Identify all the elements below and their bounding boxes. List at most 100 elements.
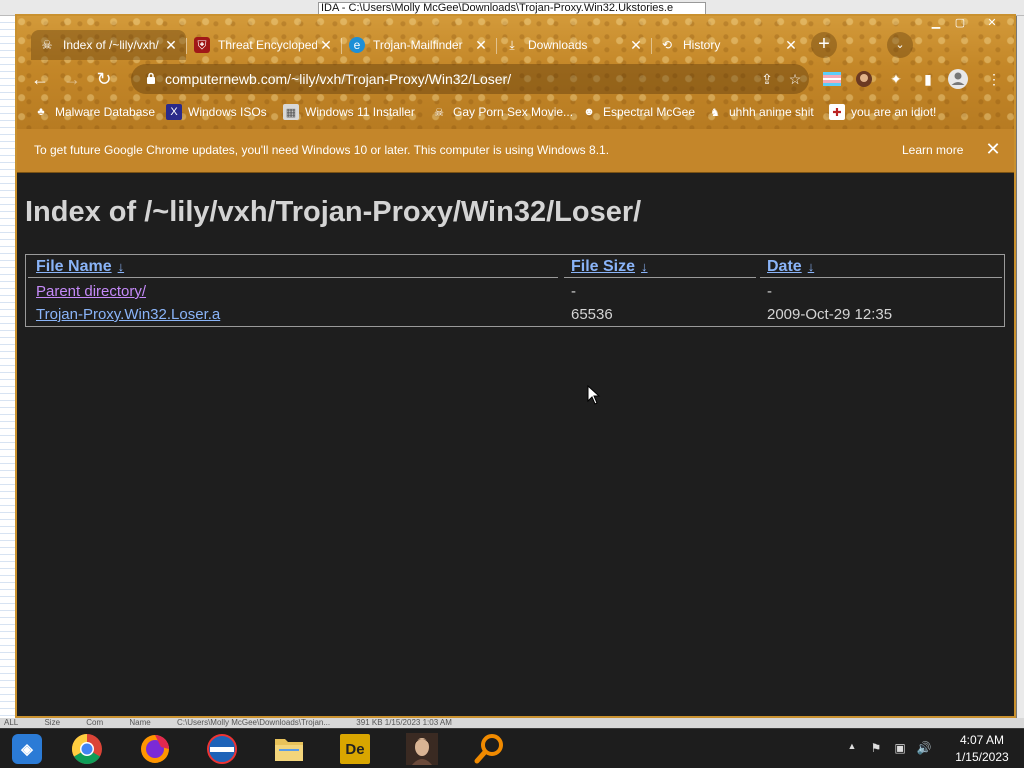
network-icon[interactable]: ▣ [892, 741, 908, 757]
tab-close-icon[interactable]: ✕ [162, 37, 180, 54]
bookmark-windows-11-installer[interactable]: ▦ Windows 11 Installer [283, 100, 415, 124]
de-app-icon: De [340, 734, 370, 764]
tab-close-icon[interactable]: ✕ [317, 37, 335, 54]
firefox-icon [141, 735, 169, 763]
tab-strip: ☠ Index of /~lily/vxh/ ✕ ⛨ Threat Encycl… [31, 30, 991, 60]
bookmark-uhhh-anime[interactable]: ♞ uhhh anime shit [707, 100, 814, 124]
security-globe-icon [207, 734, 237, 764]
bookmark-label: Malware Database [55, 105, 156, 119]
bg-status-item: Name [129, 718, 151, 727]
extensions-puzzle-icon[interactable]: ✦ [885, 68, 907, 90]
tab-history[interactable]: ⟲ History ✕ [651, 30, 806, 60]
back-button[interactable]: ← [27, 66, 53, 92]
taskbar-firefox[interactable] [130, 732, 180, 766]
bookmark-you-are-an-idiot[interactable]: ✚ you are an idiot! [829, 100, 936, 124]
sort-arrow-icon: ↓ [117, 259, 125, 274]
bg-status-item: Size [44, 718, 61, 727]
taskbar-de-app[interactable]: De [330, 732, 380, 766]
tab-title: Downloads [528, 38, 588, 52]
chrome-menu-icon[interactable]: ⋮ [983, 68, 1005, 90]
lock-icon[interactable] [137, 72, 165, 87]
header-rule [760, 277, 1002, 278]
bookmark-label: uhhh anime shit [729, 105, 814, 119]
bookmarks-bar: ♣ Malware Database X Windows ISOs ▦ Wind… [17, 100, 1014, 124]
tab-title: Threat Encyclopedia [218, 38, 317, 52]
bookmark-gay-porn-sex-movie[interactable]: ☠ Gay Porn Sex Movie... [431, 100, 573, 124]
background-window-right-edge [1016, 16, 1024, 726]
column-label: Date [767, 258, 802, 275]
bookmark-windows-isos[interactable]: X Windows ISOs [166, 100, 267, 124]
sort-arrow-icon: ↓ [641, 259, 648, 274]
start-icon: ◈ [12, 734, 42, 764]
tab-close-icon[interactable]: ✕ [472, 37, 490, 54]
bg-status-item: Com [86, 718, 104, 727]
column-header-file-name[interactable]: File Name ↓ [36, 258, 124, 276]
taskbar-file-explorer[interactable] [264, 732, 314, 766]
browser-frame: ▁ ▢ ✕ ☠ Index of /~lily/vxh/ ✕ ⛨ Threat … [17, 16, 1014, 129]
page-title: Index of /~lily/vxh/Trojan-Proxy/Win32/L… [25, 196, 642, 228]
side-panel-icon[interactable]: ▮ [917, 68, 939, 90]
header-rule [28, 277, 558, 278]
tab-trojan-mailfinder[interactable]: e Trojan-Mailfinder ✕ [341, 30, 496, 60]
bookmark-star-icon[interactable]: ☆ [781, 71, 809, 88]
reload-button[interactable]: ↻ [91, 66, 117, 92]
file-link-trojan-proxy-loser-a[interactable]: Trojan-Proxy.Win32.Loser.a [36, 306, 220, 323]
clock-time[interactable]: 4:07 AM [950, 733, 1014, 747]
clock-date[interactable]: 1/15/2023 [950, 750, 1014, 764]
taskbar-search-tool[interactable] [464, 732, 514, 766]
skull-bookmark-icon: ☠ [434, 106, 444, 119]
avatar-extension-icon[interactable] [853, 68, 875, 90]
bookmark-malware-database[interactable]: ♣ Malware Database [33, 100, 155, 124]
windows-isos-icon: X [166, 104, 182, 120]
infobar-message: To get future Google Chrome updates, you… [34, 143, 610, 157]
column-header-date[interactable]: Date ↓ [767, 258, 814, 276]
windows-taskbar: ◈ De ▲ ⚑ ▣ 🔊 4:07 AM 1/15/2023 [0, 728, 1024, 768]
malware-database-icon: ♣ [37, 106, 45, 118]
mouse-cursor-icon [587, 385, 601, 405]
infobar-close-icon[interactable]: ✕ [983, 139, 1003, 160]
taskbar-photo-app[interactable] [397, 732, 447, 766]
browser-toolbar: ← → ↻ computernewb.com/~lily/vxh/Trojan-… [17, 62, 1014, 96]
forward-button[interactable]: → [59, 66, 85, 92]
profile-icon[interactable] [947, 68, 969, 90]
page-content: Index of /~lily/vxh/Trojan-Proxy/Win32/L… [17, 174, 1014, 716]
parent-directory-link[interactable]: Parent directory/ [36, 283, 146, 300]
date-cell: 2009-Oct-29 12:35 [767, 306, 893, 323]
background-window-status-strip: ALL Size Com Name C:\Users\Molly McGee\D… [0, 718, 1024, 728]
bookmark-espectral-mcgee[interactable]: ☻ Espectral McGee [581, 100, 695, 124]
url-text[interactable]: computernewb.com/~lily/vxh/Trojan-Proxy/… [165, 71, 753, 87]
shield-favicon-icon: ⛨ [194, 37, 210, 53]
address-bar[interactable]: computernewb.com/~lily/vxh/Trojan-Proxy/… [131, 64, 809, 94]
taskbar-security[interactable] [197, 732, 247, 766]
tray-chevron-icon[interactable]: ▲ [844, 741, 860, 757]
bookmark-label: Windows 11 Installer [305, 105, 415, 119]
tab-search-button[interactable]: ⌄ [887, 32, 913, 58]
system-tray: ▲ ⚑ ▣ 🔊 [842, 729, 952, 768]
new-tab-button[interactable]: + [811, 32, 837, 58]
portrait-icon [406, 733, 438, 765]
tab-close-icon[interactable]: ✕ [782, 37, 800, 54]
anime-bookmark-icon: ♞ [710, 106, 720, 119]
tab-threat-encyclopedia[interactable]: ⛨ Threat Encyclopedia ✕ [186, 30, 341, 60]
tab-downloads[interactable]: ⤓ Downloads ✕ [496, 30, 651, 60]
action-center-flag-icon[interactable]: ⚑ [868, 741, 884, 757]
volume-icon[interactable]: 🔊 [916, 741, 932, 757]
share-icon[interactable]: ⇪ [753, 71, 781, 88]
file-listing-table: File Name ↓ File Size ↓ Date ↓ Parent direc… [25, 254, 1005, 327]
history-favicon-icon: ⟲ [661, 38, 673, 52]
bookmark-label: Espectral McGee [603, 105, 696, 119]
tab-close-icon[interactable]: ✕ [627, 37, 645, 54]
file-size-cell: - [571, 283, 576, 300]
tab-title: History [683, 38, 721, 52]
chrome-window: ▁ ▢ ✕ ☠ Index of /~lily/vxh/ ✕ ⛨ Threat … [15, 14, 1016, 718]
trans-flag-extension-icon[interactable] [821, 68, 843, 90]
taskbar-chrome[interactable] [62, 732, 112, 766]
column-label: File Name [36, 258, 112, 275]
start-button[interactable]: ◈ [2, 732, 52, 766]
update-infobar: To get future Google Chrome updates, you… [17, 129, 1014, 173]
face-bookmark-icon: ☻ [583, 106, 595, 118]
learn-more-link[interactable]: Learn more [902, 143, 963, 157]
tab-index-of-lily[interactable]: ☠ Index of /~lily/vxh/ ✕ [31, 30, 186, 60]
column-header-file-size[interactable]: File Size ↓ [571, 258, 648, 276]
e-favicon-icon: e [349, 37, 365, 53]
